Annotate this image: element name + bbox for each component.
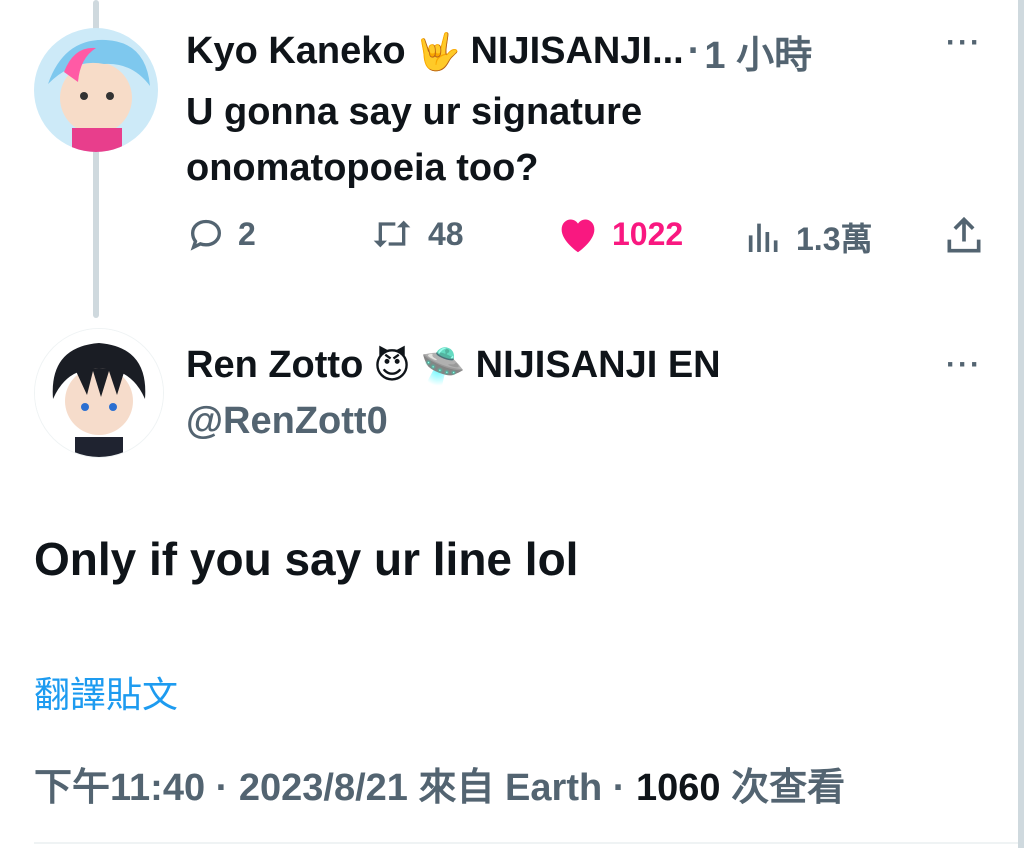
views-icon [748, 223, 778, 252]
repost-count: 48 [428, 215, 464, 252]
main-author-org: NIJISANJI EN [475, 344, 721, 386]
reply-button[interactable]: 2 [186, 214, 256, 254]
tweet-source: 來自 Earth [407, 767, 603, 809]
main-more-icon[interactable]: ··· [946, 348, 982, 382]
reply-author-name[interactable]: Kyo Kaneko [186, 30, 406, 73]
reply-separator: · [687, 30, 701, 72]
repost-button[interactable]: 48 [368, 214, 464, 254]
views-count: 1.3萬 [796, 221, 873, 257]
meta-separator-1: · [205, 767, 239, 809]
main-tweet-text: Only if you say ur line lol [34, 533, 579, 585]
kyo-avatar[interactable] [34, 28, 158, 152]
reply-author-emoji: 🤟 [415, 30, 461, 72]
bottom-divider [34, 842, 1018, 844]
reply-author-org: NIJISANJI... [470, 30, 684, 72]
ren-avatar[interactable] [34, 328, 164, 458]
heart-icon [561, 219, 595, 253]
reply-action-bar: 2 48 1022 1.3萬 [0, 214, 1024, 258]
views-button[interactable]: 1.3萬 [744, 214, 873, 260]
main-author-line: Ren Zotto 😈 🛸 NIJISANJI EN [186, 344, 721, 387]
reply-time[interactable]: 1 小時 [704, 24, 812, 79]
translate-post-link[interactable]: 翻譯貼文 [34, 666, 178, 718]
tweet-date[interactable]: 2023/8/21 [239, 767, 408, 809]
right-edge-border [1018, 0, 1024, 848]
main-author-emoji-ufo: 🛸 [420, 344, 466, 386]
share-button[interactable] [942, 214, 998, 258]
repost-icon [373, 220, 411, 248]
tweet-views-label: 次查看 [720, 767, 846, 809]
like-count: 1022 [612, 215, 684, 252]
main-author-handle[interactable]: @RenZott0 [186, 400, 388, 443]
meta-separator-2: · [602, 767, 636, 809]
tweet-time[interactable]: 下午11:40 [34, 767, 205, 809]
tweet-meta: 下午11:40 · 2023/8/21 來自 Earth · 1060 次查看 [34, 756, 845, 811]
reply-more-icon[interactable]: ··· [946, 26, 982, 60]
reply-author-line: Kyo Kaneko 🤟 NIJISANJI... · 1 小時 [186, 24, 812, 79]
reply-text: U gonna say ur signature onomatopoeia to… [186, 91, 643, 189]
reply-count: 2 [238, 215, 256, 252]
like-button[interactable]: 1022 [556, 214, 683, 254]
main-author-name[interactable]: Ren Zotto [186, 344, 363, 387]
tweet-views-count: 1060 [635, 767, 721, 809]
reply-icon [190, 219, 222, 251]
share-icon [947, 216, 981, 253]
main-author-emoji-devil: 😈 [373, 344, 411, 386]
